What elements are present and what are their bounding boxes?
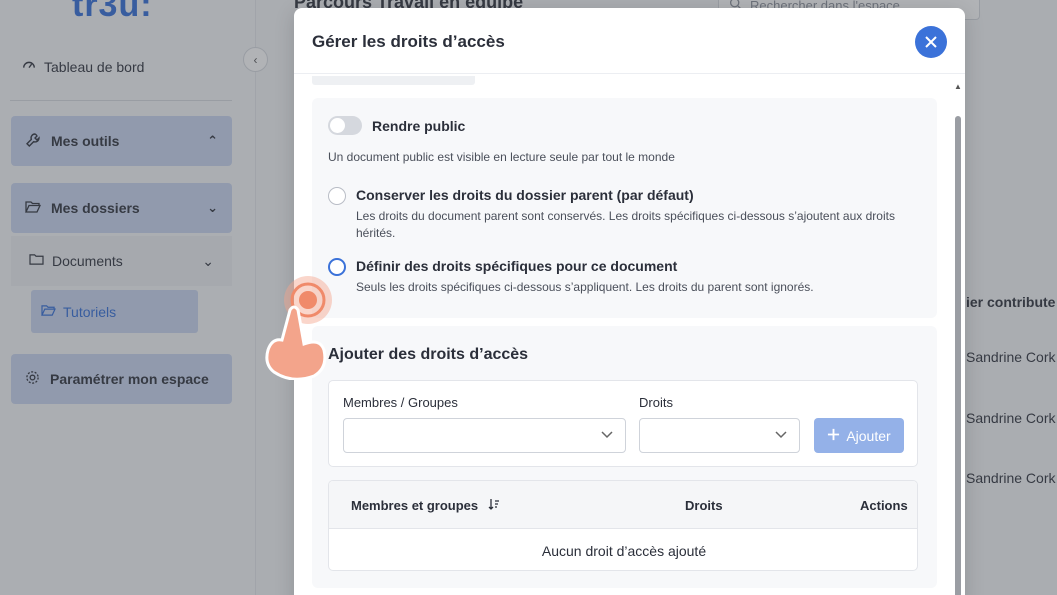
public-toggle-label: Rendre public	[372, 118, 466, 134]
modal-body: ▲ Rendre public Un document public est v…	[294, 74, 965, 595]
rights-table: Membres et groupes Droits Actions Aucun …	[328, 480, 918, 571]
members-label: Membres / Groupes	[343, 395, 458, 410]
rights-select[interactable]	[639, 418, 800, 453]
close-icon	[925, 32, 937, 53]
public-toggle[interactable]	[328, 116, 362, 135]
empty-state: Aucun droit d’accès ajouté	[541, 542, 707, 559]
modal-header: Gérer les droits d’accès	[294, 8, 965, 74]
add-rights-form: Membres / Groupes Droits Ajouter	[328, 380, 918, 467]
plus-icon	[827, 428, 840, 444]
sort-icon[interactable]	[488, 498, 500, 513]
public-hint: Un document public est visible en lectur…	[328, 150, 675, 164]
radio-parent-rights[interactable]	[328, 187, 346, 205]
close-button[interactable]	[915, 26, 947, 58]
rights-label: Droits	[639, 395, 673, 410]
column-members[interactable]: Membres et groupes	[351, 498, 500, 513]
add-rights-panel: Ajouter des droits d’accès Membres / Gro…	[312, 326, 937, 588]
column-rights: Droits	[685, 498, 723, 513]
add-button-label: Ajouter	[846, 427, 891, 444]
column-actions: Actions	[860, 498, 908, 513]
chevron-down-icon	[775, 428, 787, 443]
column-members-label: Membres et groupes	[351, 498, 479, 513]
table-header: Membres et groupes Droits Actions	[329, 481, 917, 529]
scroll-up-icon[interactable]: ▲	[954, 82, 962, 91]
scrollbar-thumb[interactable]	[955, 116, 961, 595]
option-specific-desc: Seuls les droits spécifiques ci-dessous …	[356, 280, 814, 294]
tap-indicator-icon	[262, 270, 342, 381]
members-select[interactable]	[343, 418, 626, 453]
option-parent-title[interactable]: Conserver les droits du dossier parent (…	[356, 187, 694, 203]
option-parent-desc: Les droits du document parent sont conse…	[356, 209, 895, 240]
toggle-knob	[330, 118, 345, 133]
modal-title: Gérer les droits d’accès	[312, 32, 505, 51]
chevron-down-icon	[601, 428, 613, 443]
option-specific-title[interactable]: Définir des droits spécifiques pour ce d…	[356, 258, 677, 274]
scrolled-content-edge	[312, 76, 475, 85]
visibility-panel: Rendre public Un document public est vis…	[312, 98, 937, 318]
add-button[interactable]: Ajouter	[814, 418, 904, 453]
section-title: Ajouter des droits d’accès	[328, 346, 529, 363]
access-rights-modal: Gérer les droits d’accès ▲ Rendre public…	[294, 8, 965, 595]
